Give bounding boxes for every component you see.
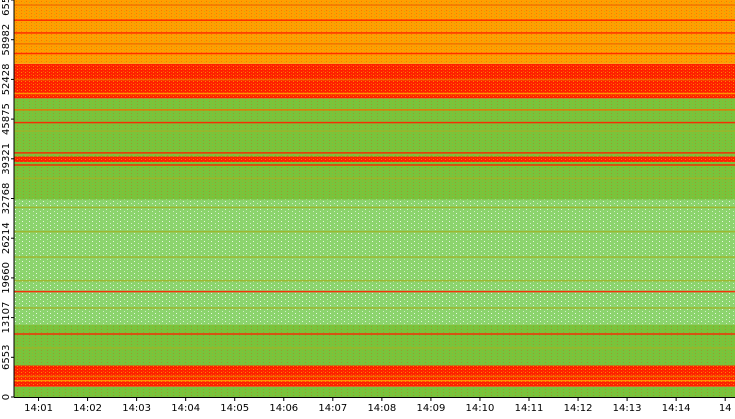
y-tick-label: 65536: [1, 0, 12, 16]
y-tick-label: 52428: [1, 63, 12, 95]
heatmap-stripe: [14, 121, 735, 124]
x-tick-label: 14:02: [73, 403, 102, 414]
heatmap-stripe: [14, 375, 735, 378]
x-tick-label: 14:07: [318, 403, 347, 414]
plot-overlay: [14, 0, 735, 397]
heatmap-chart: 0 6553 13107 19660 26214 32768 39321 45875 52428…: [0, 0, 735, 415]
x-tick-label: 14:09: [416, 403, 445, 414]
heatmap-stripe: [14, 230, 735, 233]
y-tick-label: 39321: [1, 143, 12, 175]
heatmap-stripe: [14, 92, 735, 95]
heatmap-band-texture: [14, 386, 735, 397]
y-tick-label: 58982: [1, 24, 12, 56]
y-tick-label: 45875: [1, 103, 12, 135]
x-tick-label: 14: [719, 403, 732, 414]
chart-svg: 0 6553 13107 19660 26214 32768 39321 45875 52428…: [1, 0, 735, 414]
heatmap-stripe: [14, 109, 735, 111]
heatmap-stripe: [14, 130, 735, 132]
x-tick-label: 14:11: [515, 403, 544, 414]
heatmap-stripe: [14, 78, 735, 81]
x-tick-label: 14:14: [662, 403, 691, 414]
heatmap-band-texture: [14, 156, 735, 162]
heatmap-stripe: [14, 333, 735, 335]
x-tick-label: 14:08: [367, 403, 396, 414]
y-tick-label: 13107: [1, 302, 12, 334]
heatmap-stripe: [14, 164, 735, 166]
heatmap-stripe: [14, 32, 735, 34]
x-tick-label: 14:10: [466, 403, 495, 414]
y-tick-label: 19660: [1, 262, 12, 294]
heatmap-stripe: [14, 177, 735, 180]
heatmap-stripe: [14, 307, 735, 309]
heatmap-stripe: [14, 43, 735, 45]
x-tick-label: 14:01: [24, 403, 53, 414]
heatmap-stripe: [14, 279, 735, 282]
x-tick-label: 14:13: [613, 403, 642, 414]
heatmap-stripe: [14, 290, 735, 293]
x-tick-label: 14:04: [171, 403, 200, 414]
x-tick-label: 14:05: [220, 403, 249, 414]
x-tick-label: 14:12: [564, 403, 593, 414]
heatmap-stripe: [14, 4, 735, 6]
y-tick-label: 6553: [1, 345, 12, 370]
heatmap-band-texture: [14, 98, 735, 157]
heatmap-stripe: [14, 19, 735, 21]
y-tick-label: 32768: [1, 183, 12, 215]
heatmap-stripe: [14, 379, 735, 382]
heatmap-stripe: [14, 52, 735, 55]
heatmap-band-texture: [14, 161, 735, 200]
heatmap-stripe: [14, 152, 735, 154]
y-tick-label: 0: [1, 394, 12, 400]
y-tick-label: 26214: [1, 222, 12, 254]
x-tick-label: 14:03: [122, 403, 151, 414]
heatmap-stripe: [14, 256, 735, 258]
heatmap-stripe: [14, 206, 735, 209]
heatmap-band-texture: [14, 199, 735, 325]
heatmap-stripe: [14, 347, 735, 349]
heatmap-band-texture: [14, 324, 735, 366]
x-tick-label: 14:06: [269, 403, 298, 414]
